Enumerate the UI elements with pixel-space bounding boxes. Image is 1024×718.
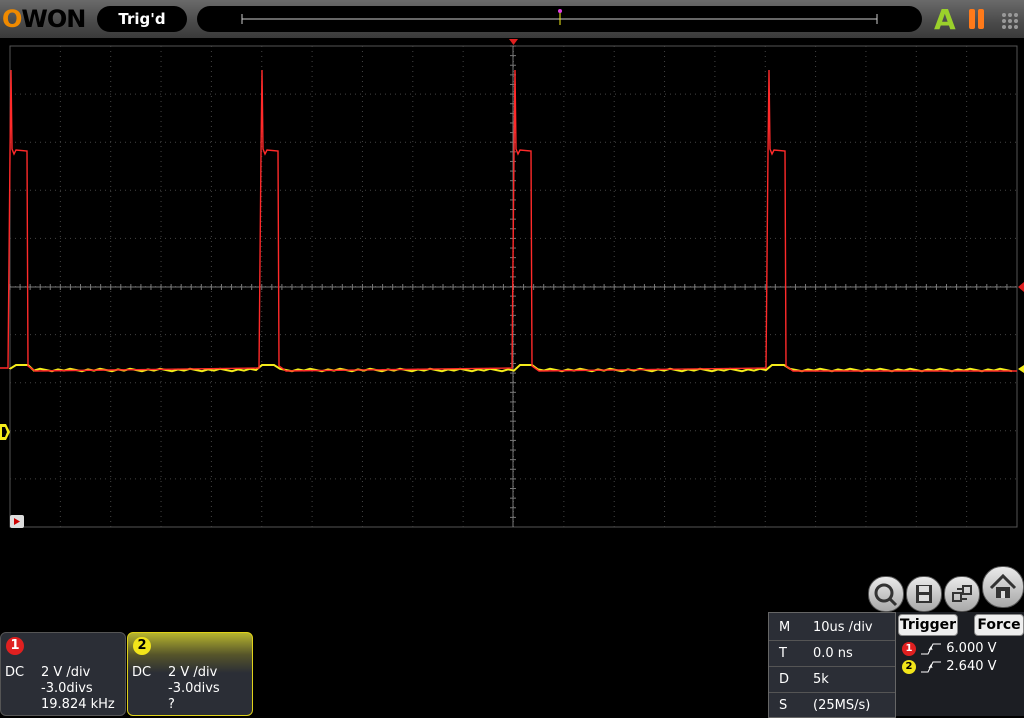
force-button[interactable]: Force [974, 614, 1024, 636]
ch1-panel[interactable]: 1 DC 2 V /div -3.0divs 19.824 kHz [0, 632, 126, 716]
trigger-status: Trig'd [97, 6, 187, 32]
owon-logo: OWON [2, 5, 86, 33]
sample-rate: (25MS/s) [813, 698, 871, 713]
swap-icon[interactable] [944, 576, 980, 612]
rising-edge-icon [921, 643, 942, 654]
ch1-trace [0, 69, 1017, 372]
waveform-display[interactable] [0, 38, 1024, 530]
timebase-row-trigger-time: T 0.0 ns [769, 641, 895, 667]
ch1-coupling: DC [5, 665, 25, 680]
graticule [9, 45, 1018, 528]
top-bar: OWON Trig'd A [0, 0, 1024, 38]
ch2-number: 2 [133, 637, 151, 655]
ch2-ground-marker[interactable] [0, 424, 10, 440]
trigger-time: 0.0 ns [813, 646, 853, 661]
timebase-row-sample-rate: S (25MS/s) [779, 698, 871, 713]
ch2-offset: -3.0divs [168, 681, 220, 696]
toolbar-icons [866, 566, 1024, 612]
timebase-panel[interactable]: M 10us /div T 0.0 ns D 5k S (25MS/s) [768, 612, 896, 718]
trigger-panel: Trigger Force 1 6.000 V 2 2.640 V [896, 612, 1024, 716]
record-depth: 5k [813, 672, 829, 687]
home-icon[interactable] [982, 566, 1024, 608]
ch2-trigger-level: 2 2.640 V [902, 659, 997, 674]
ch1-offset: -3.0divs [41, 681, 93, 696]
trigger-position-marker[interactable] [509, 39, 518, 45]
ch1-scale: 2 V /div [41, 665, 91, 680]
timebase-row-main: M 10us /div [769, 615, 895, 641]
ch2-trigger-level-marker[interactable] [1018, 365, 1024, 373]
ch2-scale: 2 V /div [168, 665, 218, 680]
menu-dots-icon[interactable] [999, 10, 1021, 30]
rising-edge-icon [921, 661, 942, 672]
ch2-panel[interactable]: 2 DC 2 V /div -3.0divs ? [127, 632, 253, 716]
auto-mode-badge[interactable]: A [934, 3, 956, 36]
time-per-div: 10us /div [813, 620, 873, 635]
save-icon[interactable] [906, 576, 942, 612]
ch1-trigger-level: 1 6.000 V [902, 641, 997, 656]
ch1-frequency: 19.824 kHz [41, 697, 115, 712]
timebase-row-depth: D 5k [769, 667, 895, 693]
pause-icon[interactable] [969, 9, 987, 33]
ch2-frequency: ? [168, 697, 175, 712]
ch1-trigger-level-marker[interactable] [1018, 282, 1024, 292]
play-marker-icon[interactable] [10, 515, 24, 528]
position-ruler [241, 9, 878, 25]
ch2-coupling: DC [132, 665, 152, 680]
trigger-button[interactable]: Trigger [898, 614, 958, 636]
zoom-search-icon[interactable] [868, 576, 904, 612]
ch1-number: 1 [6, 637, 24, 655]
memory-position-bar[interactable] [197, 6, 922, 32]
